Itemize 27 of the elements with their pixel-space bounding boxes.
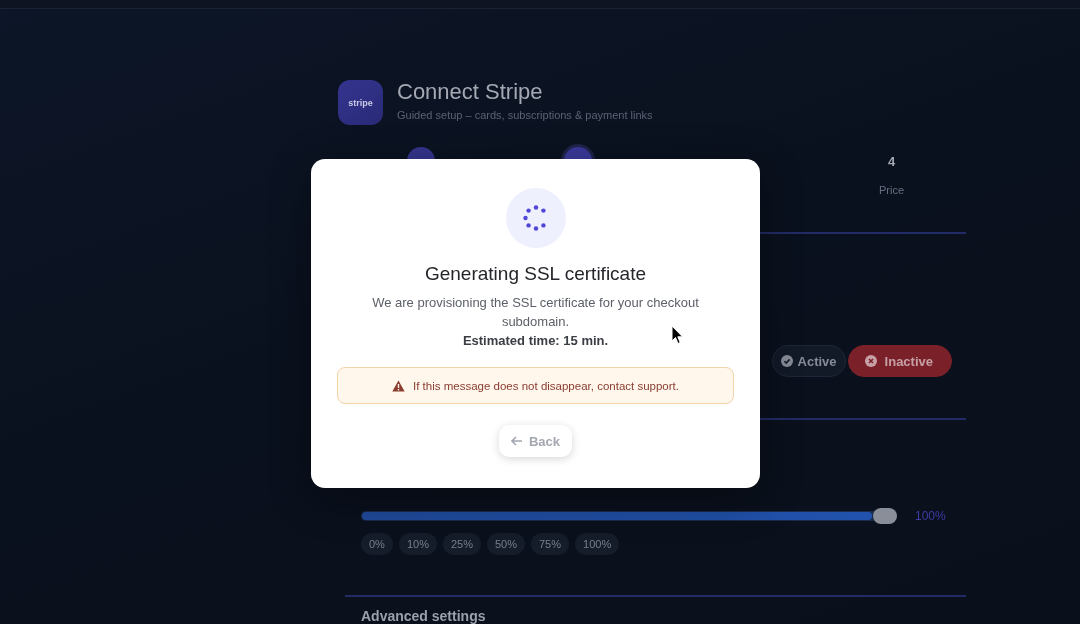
status-toggle[interactable]: Inactive (847, 345, 952, 377)
page-title: Connect Stripe (397, 80, 544, 104)
preset-chip[interactable]: 0% (361, 533, 393, 555)
preset-chip[interactable]: 25% (442, 533, 481, 555)
page-subtitle: Guided setup – cards, subscriptions & payment links (397, 108, 653, 123)
estimated-time: Estimated time: 15 min. (462, 332, 609, 350)
mouse-pointer-icon (671, 325, 684, 345)
slider-track[interactable] (361, 511, 897, 521)
check-circle-icon (780, 355, 793, 367)
slider-value: 100% (915, 509, 946, 523)
warning-text: If this message does not disappear, contact support. (413, 379, 679, 392)
arrow-left-icon (510, 436, 523, 446)
warning-icon (392, 379, 406, 392)
status-toggle[interactable]: Active (771, 345, 846, 377)
dialog-description: We are provisioning the SSL certificate for your checkout subdomain. (371, 294, 700, 331)
section-title: Advanced settings (361, 609, 487, 623)
dialog-title: Generating SSL certificate (424, 262, 647, 286)
preset-chip[interactable]: 50% (486, 533, 525, 555)
preset-chip[interactable]: 100% (575, 533, 620, 555)
preset-chip[interactable]: 10% (398, 533, 437, 555)
x-circle-icon (864, 355, 877, 367)
step-label: Price (878, 183, 905, 197)
spinner-icon (505, 188, 566, 248)
app-logo: stripe (338, 80, 383, 125)
slider-thumb[interactable] (873, 508, 897, 524)
preset-chip[interactable]: 75% (531, 533, 570, 555)
step-number: 4 (886, 152, 897, 171)
